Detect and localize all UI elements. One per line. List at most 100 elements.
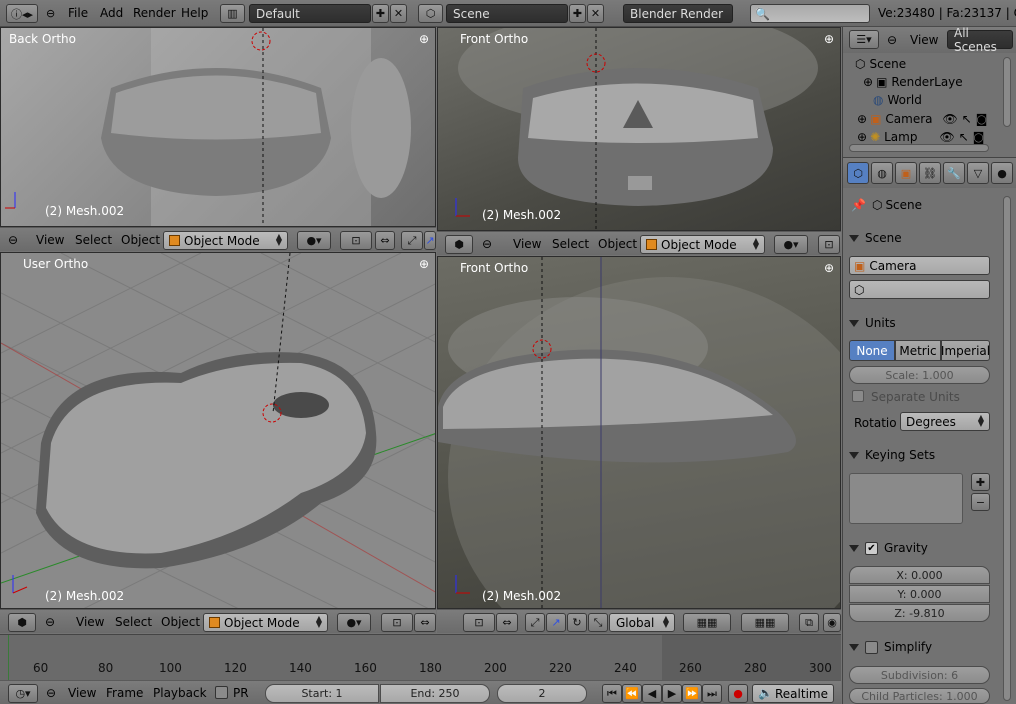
viewport-user-ortho[interactable]: User Ortho ⊕ (2) Mesh.002 [0,252,436,609]
start-frame-field[interactable]: Start: 1 [265,684,379,703]
menu-object[interactable]: Object [161,615,200,629]
add-scene-icon[interactable]: ✚ [569,4,586,23]
remove-scene-icon[interactable]: ✕ [587,4,604,23]
play-icon[interactable]: ▶ [662,684,682,703]
background-scene-field[interactable]: ⬡ [849,280,990,299]
panel-gravity-header[interactable]: ✔ Gravity [849,538,995,558]
tab-object-icon[interactable]: ▣ [895,162,917,184]
layers-grid-1[interactable]: ▦▦ [683,613,731,632]
panel-scene-header[interactable]: Scene [849,228,995,248]
menu-render[interactable]: Render [133,0,176,26]
viewport-expand-icon[interactable]: ⊕ [419,258,429,270]
remove-layout-icon[interactable]: ✕ [390,4,407,23]
jump-end-icon[interactable]: ⏭ [702,684,722,703]
current-frame-field[interactable]: 2 [497,684,587,703]
tab-material-icon[interactable]: ● [991,162,1013,184]
menu-add[interactable]: Add [100,0,123,26]
panel-units-header[interactable]: Units [849,313,995,333]
menu-view[interactable]: View [513,237,541,251]
tab-constraints-icon[interactable]: ⛓ [919,162,941,184]
collapse-icon[interactable]: ⊖ [887,33,897,47]
info-editor-button[interactable]: ⓘ◂▸ [6,4,38,23]
expand-icon[interactable]: ⊕ [857,130,867,144]
expand-icon[interactable]: ⊕ [863,75,873,89]
unit-scale-field[interactable]: Scale: 1.000 [849,366,990,384]
collapse-icon[interactable]: ⊖ [46,686,56,700]
properties-scrollbar[interactable] [1003,196,1011,701]
simplify-checkbox[interactable] [865,640,878,654]
menu-frame[interactable]: Frame [106,686,143,700]
outliner-editor-button[interactable]: ☰▾ [849,30,879,49]
menu-playback[interactable]: Playback [153,686,207,700]
shading-select[interactable]: ●▾ [337,613,371,632]
gravity-z-field[interactable]: Z: -9.810 [849,604,990,622]
editor-type-button[interactable]: ⬢ [8,613,36,632]
outliner-item-scene[interactable]: ⬡ Scene [855,55,995,73]
pivot-select[interactable]: ⊡ [381,613,413,632]
outliner-filter-select[interactable]: All Scenes [947,26,1013,54]
record-icon[interactable]: ● [728,684,748,703]
transform-icon[interactable]: ⤢ [525,613,545,632]
sync-mode-select[interactable]: 🔈 Realtime [752,684,834,703]
menu-help[interactable]: Help [181,0,208,26]
viewport-back-ortho[interactable]: Back Ortho ⊕ (2) Mesh.002 [0,27,436,227]
menu-select[interactable]: Select [115,615,152,629]
current-frame-line[interactable] [8,635,9,681]
viewport-front-ortho-top[interactable]: Front Ortho ⊕ (2) Mesh.002 [437,27,841,231]
layout-field[interactable]: Default [249,4,371,23]
select-cursor-icon[interactable]: ↖ [959,130,969,144]
next-keyframe-icon[interactable]: ⏩ [682,684,702,703]
visibility-eye-icon[interactable]: 👁 [939,130,954,144]
transform-icon[interactable]: ⤢ [401,231,423,250]
pivot-select[interactable]: ⊡ [340,231,372,250]
outliner-item-lamp[interactable]: ⊕ ✺ Lamp 👁 ↖ ◙ [857,129,1007,145]
mode-select[interactable]: Object Mode ▲ ▼ [640,235,765,254]
mode-select[interactable]: Object Mode ▲ ▼ [163,231,288,250]
end-frame-field[interactable]: End: 250 [380,684,490,703]
prev-keyframe-icon[interactable]: ⏪ [622,684,642,703]
panel-simplify-header[interactable]: Simplify [849,637,995,657]
outliner-scrollbar[interactable] [849,144,989,152]
panel-keying-sets-header[interactable]: Keying Sets [849,445,995,465]
search-field[interactable]: 🔍 [750,4,870,23]
render-icon[interactable]: ◉ [823,613,841,632]
mode-select[interactable]: Object Mode ▲ ▼ [203,613,328,632]
menu-view[interactable]: View [76,615,104,629]
viewport-expand-icon[interactable]: ⊕ [824,33,834,45]
collapse-icon[interactable]: ⊖ [8,233,18,247]
manipulator-toggle[interactable]: ⇔ [375,231,395,250]
menu-select[interactable]: Select [552,237,589,251]
menu-object[interactable]: Object [598,237,637,251]
subdivision-field[interactable]: Subdivision: 6 [849,666,990,684]
viewport-front-ortho-bottom[interactable]: Front Ortho ⊕ (2) Mesh.002 [437,256,841,609]
pivot-select[interactable]: ⊡ [818,235,840,254]
preview-range-checkbox[interactable] [215,686,228,699]
menu-select[interactable]: Select [75,233,112,247]
manipulator-toggle[interactable]: ⇔ [496,613,518,632]
units-metric-button[interactable]: Metric [895,340,941,361]
scene-field[interactable]: Scene [446,4,568,23]
collapse-icon[interactable]: ⊖ [45,615,55,629]
menu-file[interactable]: File [68,0,88,26]
menu-object[interactable]: Object [121,233,160,247]
scene-icon-button[interactable]: ⬡ [418,4,443,23]
keying-sets-list[interactable] [849,473,963,524]
gravity-x-field[interactable]: X: 0.000 [849,566,990,584]
jump-start-icon[interactable]: ⏮ [602,684,622,703]
play-reverse-icon[interactable]: ◀ [642,684,662,703]
visibility-eye-icon[interactable]: 👁 [943,112,958,126]
render-camera-icon[interactable]: ◙ [976,112,988,126]
translate-icon[interactable]: ↗ [424,231,436,250]
tab-world-icon[interactable]: ◍ [871,162,893,184]
rotate-icon[interactable]: ↻ [567,613,587,632]
editor-type-button[interactable]: ⬢ [445,235,473,254]
child-particles-field[interactable]: Child Particles: 1.000 [849,688,990,704]
units-imperial-button[interactable]: Imperial [941,340,990,361]
add-keying-set-icon[interactable]: ✚ [971,473,990,491]
outliner-item-camera[interactable]: ⊕ ▣ Camera 👁 ↖ ◙ [857,110,1007,128]
viewport-expand-icon[interactable]: ⊕ [824,262,834,274]
collapse-icon[interactable]: ⊖ [482,237,492,251]
separate-units-checkbox[interactable] [852,390,864,402]
menu-view[interactable]: View [68,686,96,700]
menu-view[interactable]: View [910,33,938,47]
